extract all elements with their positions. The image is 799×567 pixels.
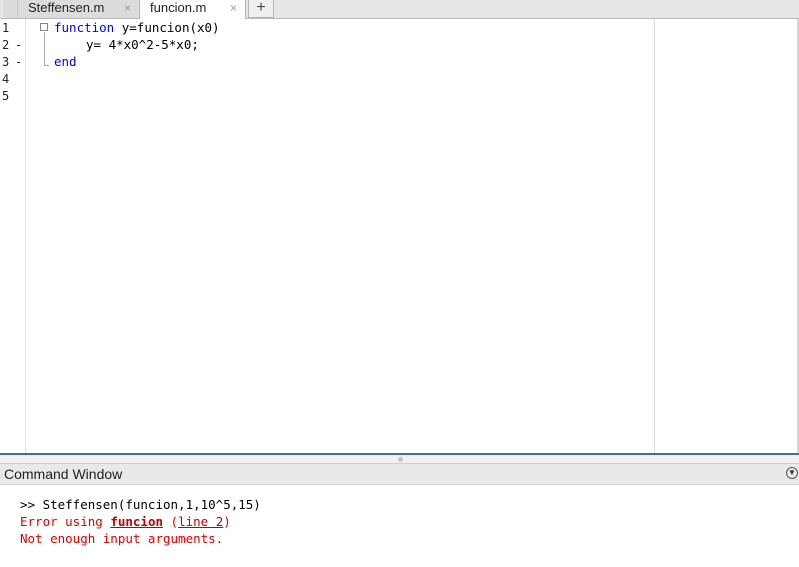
add-tab-button[interactable]: + — [248, 0, 274, 18]
line-number-gutter: 1 2 3 4 5 - - — [0, 19, 26, 453]
line-number: 1 — [2, 21, 10, 35]
fold-end — [44, 65, 49, 66]
line-number: 3 — [2, 55, 10, 69]
tab-funcion[interactable]: funcion.m × — [140, 0, 246, 19]
command-window-header: Command Window ▼ — [0, 463, 799, 485]
chevron-down-icon[interactable]: ▼ — [786, 467, 798, 479]
code-line: function y=funcion(x0) — [54, 20, 220, 35]
error-function-link[interactable]: funcion — [110, 514, 163, 529]
close-icon[interactable]: × — [230, 0, 237, 16]
keyword: end — [54, 54, 77, 69]
code-line: end — [54, 54, 77, 69]
code-line: y= 4*x0^2-5*x0; — [86, 37, 199, 52]
command-window-title: Command Window — [4, 466, 123, 482]
command-prompt-line: >> Steffensen(funcion,1,10^5,15) — [20, 497, 261, 512]
tab-label: Steffensen.m — [28, 0, 105, 15]
error-paren: ) — [223, 514, 231, 529]
error-prefix: Error using — [20, 514, 111, 529]
error-message: Not enough input arguments. — [20, 531, 224, 546]
right-margin-line — [654, 19, 655, 453]
tab-steffensen[interactable]: Steffensen.m × — [18, 0, 140, 18]
keyword: function — [54, 20, 115, 35]
tab-grip[interactable] — [3, 0, 18, 18]
splitter-handle[interactable] — [398, 457, 403, 462]
error-paren: ( — [163, 514, 179, 529]
line-number: 4 — [2, 72, 10, 86]
breakpoint-marker[interactable]: - — [15, 55, 22, 69]
line-number: 5 — [2, 89, 10, 103]
code-text: y=funcion(x0) — [114, 20, 220, 35]
error-line: Error using funcion (line 2) — [20, 514, 231, 529]
panel-splitter[interactable] — [0, 453, 799, 463]
tab-label: funcion.m — [150, 0, 207, 15]
line-number: 2 — [2, 38, 10, 52]
editor-tab-bar: Steffensen.m × funcion.m × + — [0, 0, 799, 19]
code-editor[interactable]: 1 2 3 4 5 - - function y=funcion(x0) y= … — [0, 19, 799, 453]
fold-collapse-icon[interactable] — [40, 23, 48, 31]
fold-line — [44, 32, 45, 65]
breakpoint-marker[interactable]: - — [15, 38, 22, 52]
command-window-body[interactable]: >> Steffensen(funcion,1,10^5,15) Error u… — [0, 485, 799, 567]
close-icon[interactable]: × — [124, 0, 131, 16]
error-line-link[interactable]: line 2 — [178, 514, 223, 529]
code-text: y= 4*x0^2-5*x0; — [86, 37, 199, 52]
